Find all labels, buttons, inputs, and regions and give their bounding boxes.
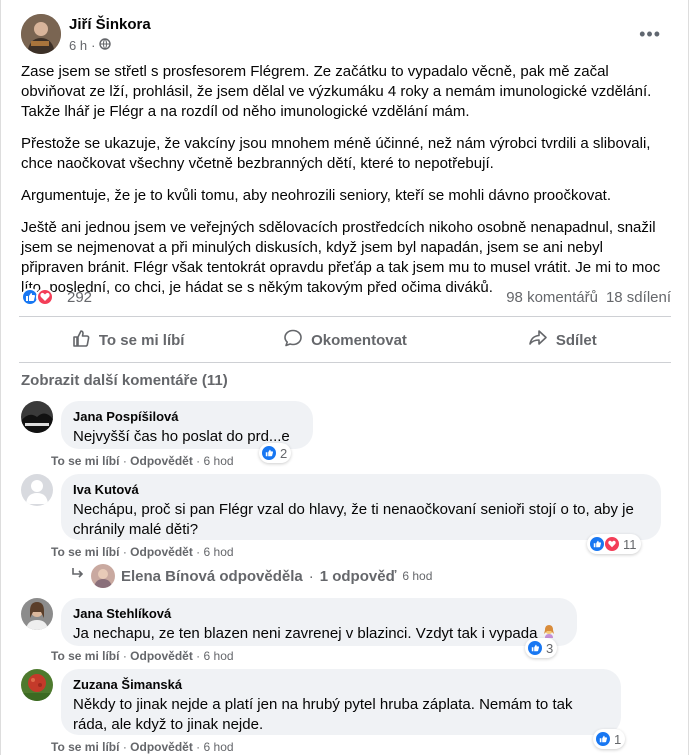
like-reaction-icon: [595, 731, 611, 747]
post-header: Jiří Šinkora 6 h · •••: [21, 14, 671, 54]
commenter-avatar[interactable]: [21, 669, 53, 701]
comment-reply-link[interactable]: Odpovědět: [130, 740, 193, 754]
comment-bubble: Jana Stehlíková Ja nechapu, ze ten blaze…: [61, 598, 577, 646]
reply-arrow-icon: [71, 567, 85, 585]
like-button-label: To se mi líbí: [98, 331, 185, 349]
comment-text: Nechápu, proč si pan Flégr vzal do hlavy…: [73, 501, 634, 538]
reaction-icons[interactable]: [21, 288, 54, 306]
view-more-comments-link[interactable]: Zobrazit další komentáře (11): [21, 372, 228, 389]
comment-text: Někdy to jinak nejde a platí jen na hrub…: [73, 696, 573, 733]
post-paragraph: Přestože se ukazuje, že vakcíny jsou mno…: [21, 135, 651, 172]
more-dots-icon[interactable]: •••: [639, 24, 661, 45]
separator: ·: [122, 740, 127, 754]
comment-actions: To se mi líbí · Odpovědět · 6 hod: [51, 740, 234, 754]
comment-actions: To se mi líbí · Odpovědět · 6 hod: [51, 454, 234, 468]
post-paragraph: Zase jsem se střetl s prosfesorem Flégre…: [21, 63, 652, 120]
share-arrow-icon: [528, 328, 548, 352]
comment-time[interactable]: 6 hod: [204, 545, 234, 559]
separator: ·: [122, 454, 127, 468]
comment-reactions[interactable]: 1: [593, 729, 626, 749]
comment-bubble: Zuzana Šimanská Někdy to jinak nejde a p…: [61, 669, 621, 735]
comment-text-body: Ja nechapu, ze ten blazen neni zavrenej …: [73, 625, 538, 642]
reply-count: 1 odpověď: [319, 567, 397, 585]
divider: [19, 316, 671, 317]
comment-like-link[interactable]: To se mi líbí: [51, 740, 119, 754]
thumbs-up-icon: [71, 328, 91, 352]
comment-text: Ja nechapu, ze ten blazen neni zavrenej …: [73, 624, 565, 644]
comment-like-link[interactable]: To se mi líbí: [51, 454, 119, 468]
reaction-count[interactable]: 292: [67, 289, 92, 306]
comment-reaction-count: 1: [614, 731, 622, 747]
comment-bubble: Iva Kutová Nechápu, proč si pan Flégr vz…: [61, 474, 661, 540]
comment-reactions[interactable]: 3: [525, 638, 558, 658]
post-actions: To se mi líbí Okomentovat Sdílet: [19, 322, 671, 358]
comment-reactions[interactable]: 2: [259, 443, 292, 463]
comment-time[interactable]: 6 hod: [204, 454, 234, 468]
separator: ·: [196, 649, 201, 663]
reply-author: Elena Bínová odpověděla: [121, 567, 303, 585]
globe-icon: [99, 38, 112, 53]
separator: ·: [122, 649, 127, 663]
comment-like-link[interactable]: To se mi líbí: [51, 545, 119, 559]
meta-separator: ·: [91, 38, 96, 53]
commenter-avatar[interactable]: [21, 474, 53, 506]
reactions-summary: 292 98 komentářů 18 sdílení: [21, 286, 671, 310]
reply-author-avatar: [91, 564, 115, 588]
separator: ·: [196, 545, 201, 559]
commenter-name[interactable]: Jana Pospíšilová: [73, 409, 301, 425]
comment-reaction-count: 2: [280, 445, 288, 461]
separator: ·: [196, 740, 201, 754]
love-reaction-icon: [604, 536, 620, 552]
commenter-avatar[interactable]: [21, 401, 53, 433]
comment-bubble-icon: [283, 328, 303, 352]
separator: ·: [122, 545, 127, 559]
post-time[interactable]: 6 h: [69, 38, 87, 53]
replies-link[interactable]: Elena Bínová odpověděla · 1 odpověď 6 ho…: [71, 564, 432, 588]
love-reaction-icon: [36, 288, 54, 306]
separator: ·: [196, 454, 201, 468]
post-stats: 98 komentářů 18 sdílení: [506, 289, 671, 306]
commenter-name[interactable]: Iva Kutová: [73, 482, 649, 498]
like-reaction-icon: [589, 536, 605, 552]
separator: ·: [308, 567, 314, 585]
post-paragraph: Argumentuje, že je to kvůli tomu, aby ne…: [21, 187, 612, 204]
comment-reactions[interactable]: 11: [587, 534, 641, 554]
comment-button-label: Okomentovat: [311, 331, 407, 349]
comment-reply-link[interactable]: Odpovědět: [130, 649, 193, 663]
post-text: Zase jsem se střetl s prosfesorem Flégre…: [21, 62, 669, 310]
comment-like-link[interactable]: To se mi líbí: [51, 649, 119, 663]
comment: Jana Stehlíková Ja nechapu, ze ten blaze…: [21, 598, 661, 658]
comment-actions: To se mi líbí · Odpovědět · 6 hod: [51, 545, 234, 559]
comment-bubble: Jana Pospíšilová Nejvyšší čas ho poslat …: [61, 401, 313, 449]
reply-time: 6 hod: [402, 569, 433, 583]
comment-actions: To se mi líbí · Odpovědět · 6 hod: [51, 649, 234, 663]
comments-count[interactable]: 98 komentářů: [506, 289, 598, 306]
like-reaction-icon: [261, 445, 277, 461]
comment-button[interactable]: Okomentovat: [236, 322, 453, 358]
author-avatar[interactable]: [21, 14, 61, 54]
commenter-name[interactable]: Jana Stehlíková: [73, 606, 565, 622]
comment-time[interactable]: 6 hod: [204, 740, 234, 754]
comment-reaction-count: 3: [546, 640, 554, 656]
post-card: Jiří Šinkora 6 h · ••• Zase jsem se stře…: [0, 0, 689, 755]
comment: Zuzana Šimanská Někdy to jinak nejde a p…: [21, 669, 661, 749]
like-reaction-icon: [527, 640, 543, 656]
post-meta: 6 h ·: [69, 38, 112, 53]
commenter-avatar[interactable]: [21, 598, 53, 630]
like-button[interactable]: To se mi líbí: [19, 322, 236, 358]
share-button[interactable]: Sdílet: [454, 322, 671, 358]
comment: Jana Pospíšilová Nejvyšší čas ho poslat …: [21, 401, 661, 463]
shares-count[interactable]: 18 sdílení: [606, 289, 671, 306]
comment-time[interactable]: 6 hod: [204, 649, 234, 663]
divider: [19, 362, 671, 363]
share-button-label: Sdílet: [555, 331, 597, 349]
comment-reply-link[interactable]: Odpovědět: [130, 454, 193, 468]
comment-reaction-count: 11: [623, 536, 637, 552]
comment: Iva Kutová Nechápu, proč si pan Flégr vz…: [21, 474, 661, 554]
author-name[interactable]: Jiří Šinkora: [69, 16, 151, 33]
commenter-name[interactable]: Zuzana Šimanská: [73, 677, 609, 693]
comment-reply-link[interactable]: Odpovědět: [130, 545, 193, 559]
